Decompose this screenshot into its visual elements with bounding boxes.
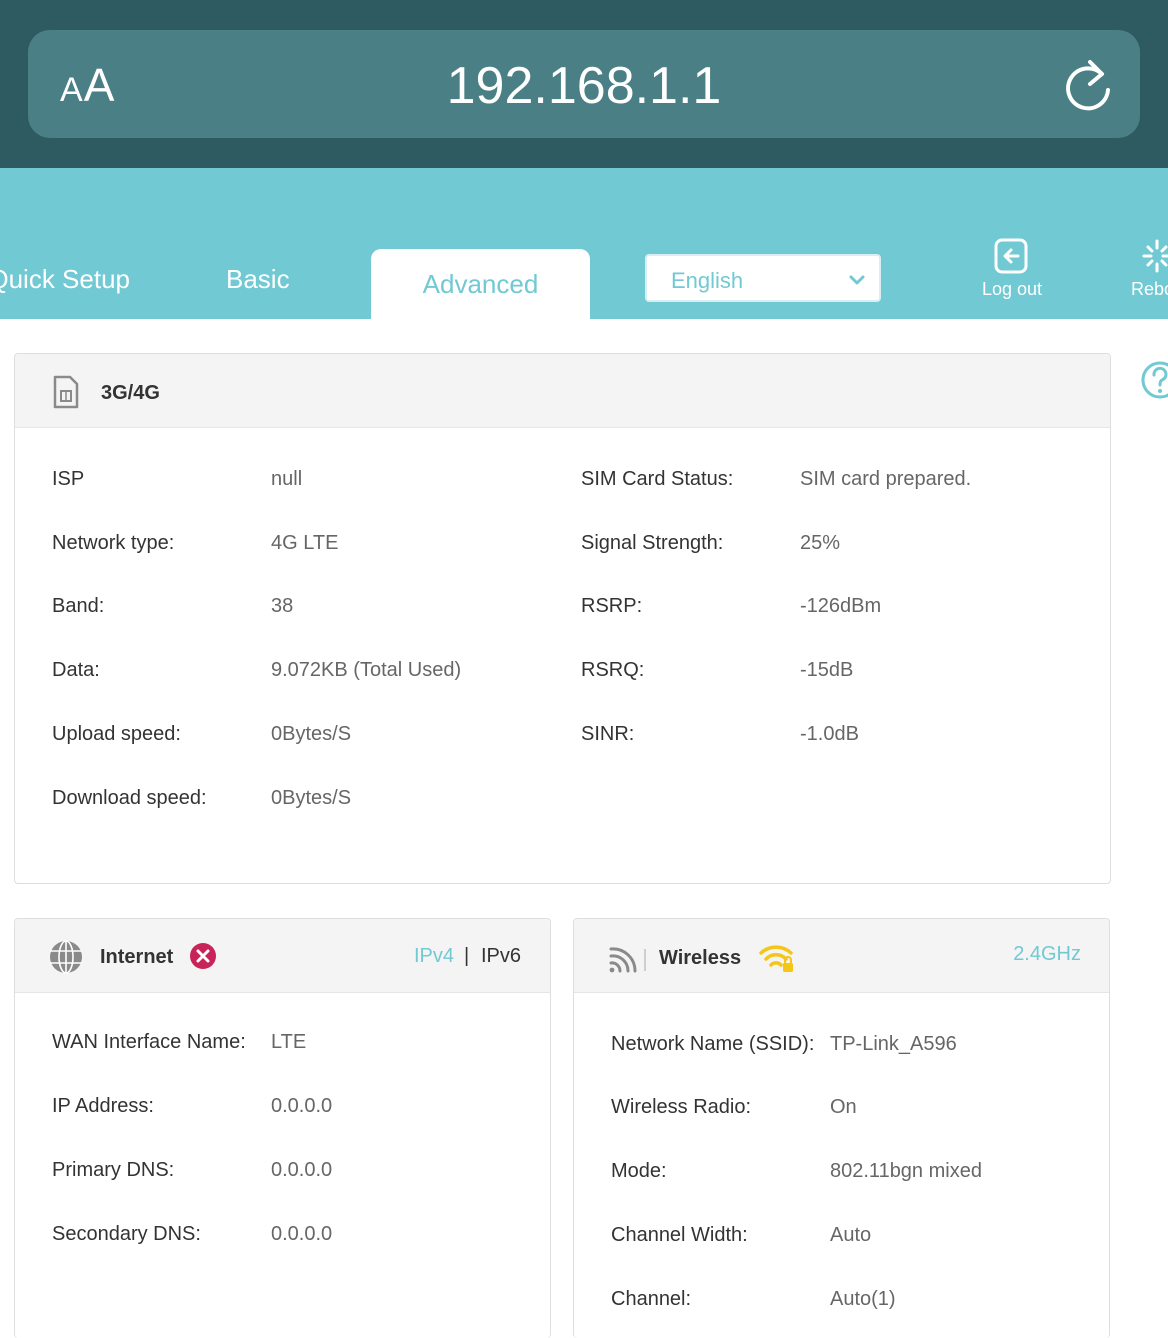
download-speed-value: 0Bytes/S (271, 787, 352, 809)
data-value: 9.072KB (Total Used) (271, 659, 462, 681)
signal-strength-label: Signal Strength: (581, 532, 724, 554)
globe-icon (50, 940, 82, 974)
primary-dns-label: Primary DNS: (52, 1159, 175, 1181)
ipv6-tab[interactable]: IPv6 (481, 945, 521, 968)
wan-interface-value: LTE (271, 1031, 307, 1053)
channel-width-value: Auto (830, 1224, 872, 1246)
disconnected-icon (190, 943, 216, 969)
wan-interface-label: WAN Interface Name: (52, 1031, 246, 1053)
signal-strength-value: 25% (800, 532, 841, 554)
lte-panel-title: 3G/4G (101, 382, 160, 404)
rsrp-value: -126dBm (800, 595, 882, 617)
channel-width-label: Channel Width: (611, 1224, 748, 1246)
logout-button[interactable]: Log out (962, 279, 1062, 300)
sim-status-label: SIM Card Status: (581, 468, 734, 490)
ip-address-label: IP Address: (52, 1095, 154, 1117)
internet-panel: Internet IPv4 | IPv6 WAN Interface Name:… (14, 918, 551, 1338)
isp-value: null (271, 468, 303, 490)
band-value: 38 (271, 595, 294, 617)
isp-label: ISP (52, 468, 85, 490)
wireless-radio-value: On (830, 1096, 857, 1118)
language-value: English (671, 268, 744, 293)
network-type-label: Network type: (52, 532, 175, 554)
upload-speed-label: Upload speed: (52, 723, 181, 745)
sim-status-value: SIM card prepared. (800, 468, 972, 490)
tab-quick-setup[interactable]: Quick Setup (0, 264, 130, 295)
help-icon[interactable] (1140, 360, 1168, 400)
band-selector[interactable]: 2.4GHz (1013, 943, 1081, 966)
wireless-panel-header: Wireless 2.4GHz (574, 919, 1109, 993)
channel-label: Channel: (611, 1288, 692, 1310)
download-speed-label: Download speed: (52, 787, 207, 809)
data-label: Data: (52, 659, 100, 681)
mode-label: Mode: (611, 1160, 667, 1182)
ssid-value: TP-Link_A596 (830, 1033, 957, 1055)
tab-advanced[interactable]: Advanced (371, 249, 590, 319)
chevron-down-icon (849, 275, 865, 285)
reboot-button[interactable]: Reboot (1131, 279, 1168, 300)
browser-toolbar: AA 192.168.1.1 (0, 0, 1168, 168)
lte-panel-header: 3G/4G (15, 354, 1110, 428)
internet-panel-title: Internet (100, 946, 174, 968)
rsrp-label: RSRP: (581, 595, 643, 617)
sinr-label: SINR: (581, 723, 635, 745)
ip-address-value: 0.0.0.0 (271, 1095, 333, 1117)
lte-panel: 3G/4G ISP null Network type: 4G LTE Band… (14, 353, 1111, 884)
upload-speed-value: 0Bytes/S (271, 723, 352, 745)
rsrq-label: RSRQ: (581, 659, 645, 681)
primary-dns-value: 0.0.0.0 (271, 1159, 333, 1181)
wireless-panel-title: Wireless (659, 947, 742, 969)
wifi-locked-icon (759, 945, 793, 972)
logout-icon[interactable] (994, 238, 1028, 274)
ssid-label: Network Name (SSID): (611, 1033, 815, 1055)
network-type-value: 4G LTE (271, 532, 339, 554)
sinr-value: -1.0dB (800, 723, 859, 745)
url-text[interactable]: 192.168.1.1 (0, 56, 1168, 116)
wireless-panel: Wireless 2.4GHz Network Name (SSID): TP-… (573, 918, 1110, 1338)
band-label: Band: (52, 595, 105, 617)
wireless-radio-label: Wireless Radio: (611, 1096, 752, 1118)
secondary-dns-label: Secondary DNS: (52, 1223, 201, 1245)
internet-panel-header: Internet IPv4 | IPv6 (15, 919, 550, 993)
ipv4-tab[interactable]: IPv4 (414, 945, 454, 968)
wireless-signal-icon (609, 947, 646, 973)
rsrq-value: -15dB (800, 659, 854, 681)
ipv-separator: | (464, 945, 470, 967)
language-select[interactable]: English (645, 254, 881, 302)
tab-basic[interactable]: Basic (226, 264, 290, 295)
mode-value: 802.11bgn mixed (830, 1160, 982, 1182)
secondary-dns-value: 0.0.0.0 (271, 1223, 333, 1245)
reboot-icon[interactable] (1142, 238, 1168, 274)
channel-value: Auto(1) (830, 1288, 896, 1310)
reload-icon[interactable] (1062, 56, 1116, 116)
sim-card-icon (53, 375, 79, 409)
